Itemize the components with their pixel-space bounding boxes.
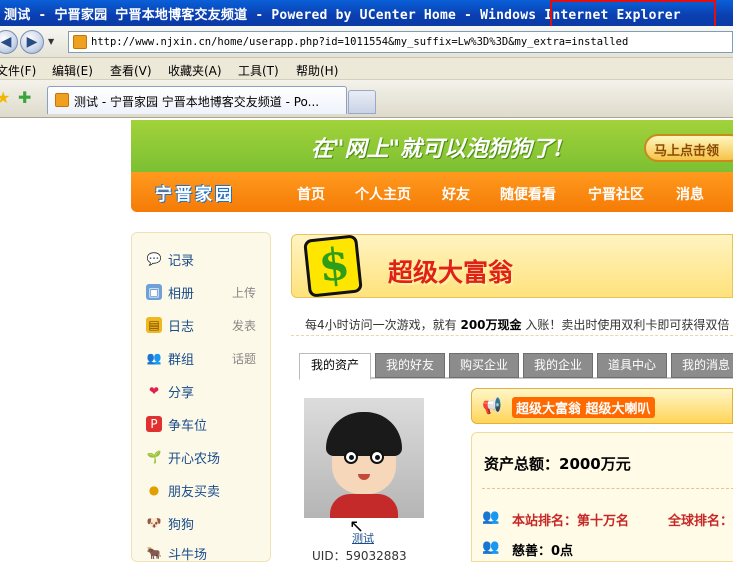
address-field[interactable]: http://www.njxin.cn/home/userapp.php?id=…	[68, 31, 733, 53]
nav-messages[interactable]: 消息	[676, 184, 704, 204]
app-tabs: 我的资产 我的好友 购买企业 我的企业 道具中心 我的消息	[299, 353, 733, 380]
menu-bar: 文件(F) 编辑(E) 查看(V) 收藏夹(A) 工具(T) 帮助(H)	[0, 58, 733, 80]
bull-icon: 🐂	[146, 546, 162, 560]
dollar-icon: $	[303, 234, 363, 298]
tab-my-company[interactable]: 我的企业	[523, 353, 593, 378]
tab-my-assets[interactable]: 我的资产	[299, 353, 371, 380]
upload-link[interactable]: 上传	[232, 284, 256, 301]
menu-view[interactable]: 查看(V)	[110, 62, 152, 79]
tab-bar: ★ ✚ 测试 - 宁晋家园 宁晋本地博客交友频道 - Po...	[0, 80, 733, 118]
menu-favorites[interactable]: 收藏夹(A)	[168, 62, 222, 79]
divider	[482, 488, 733, 489]
dog-icon: 🐶	[146, 516, 162, 530]
banner-slogan: 在"网上"就可以泡狗狗了!	[311, 136, 564, 162]
notice-text-pre: 每4小时访问一次游戏，就有	[305, 318, 457, 332]
total-assets: 资产总额：2000万元	[484, 455, 631, 473]
menu-help[interactable]: 帮助(H)	[296, 62, 338, 79]
tab-buy-company[interactable]: 购买企业	[449, 353, 519, 378]
menu-edit[interactable]: 编辑(E)	[52, 62, 93, 79]
mouse-cursor-icon: ↖	[349, 516, 365, 537]
tab-label: 测试 - 宁晋家园 宁晋本地博客交友频道 - Po...	[74, 95, 320, 109]
users-icon: 👥	[482, 539, 500, 555]
sidebar: 💬 记录 ▣ 相册 上传 ▤ 日志 发表 👥 群组 话题 ❤ 分享 P 争车位 …	[131, 232, 271, 563]
site-logo[interactable]: 宁晋家园	[155, 180, 235, 205]
users-icon: 👥	[482, 509, 500, 525]
tab-my-friends[interactable]: 我的好友	[375, 353, 445, 378]
tab-item-center[interactable]: 道具中心	[597, 353, 667, 378]
nav-profile[interactable]: 个人主页	[355, 184, 411, 204]
tab-active[interactable]: 测试 - 宁晋家园 宁晋本地博客交友频道 - Po...	[47, 86, 347, 114]
avatar[interactable]	[304, 398, 424, 518]
add-favorites-icon[interactable]: ✚	[18, 88, 31, 107]
broadcast-bar[interactable]: 📢 超级大富翁 超级大喇叭	[471, 388, 733, 424]
broadcast-label: 超级大富翁 超级大喇叭	[512, 397, 655, 418]
speech-bubble-icon: 💬	[146, 252, 162, 266]
menu-file[interactable]: 文件(F)	[0, 62, 36, 79]
signup-label: 马上点击领	[654, 144, 720, 159]
menu-tools[interactable]: 工具(T)	[238, 62, 279, 79]
app-header: $ 超级大富翁	[291, 234, 733, 298]
global-rank: 全球排名：	[668, 514, 733, 529]
topic-link[interactable]: 话题	[232, 350, 256, 367]
coins-icon: ●	[148, 483, 160, 497]
page-icon	[73, 35, 87, 49]
favorites-star-icon[interactable]: ★	[0, 88, 10, 107]
publish-link[interactable]: 发表	[232, 317, 256, 334]
site-navbar: 宁晋家园 首页 个人主页 好友 随便看看 宁晋社区 消息	[131, 172, 733, 212]
app-title: 超级大富翁	[388, 258, 514, 287]
notice-text-post: 入账！卖出时使用双利卡即可获得双倍	[525, 318, 730, 332]
url-text: http://www.njxin.cn/home/userapp.php?id=…	[91, 36, 629, 48]
back-button[interactable]: ◀	[0, 30, 18, 54]
tab-page-icon	[55, 93, 69, 107]
address-toolbar: ◀ ▶ ▼ http://www.njxin.cn/home/userapp.p…	[0, 26, 733, 58]
new-tab-button[interactable]	[348, 90, 376, 114]
nav-home[interactable]: 首页	[297, 184, 325, 204]
tab-my-messages[interactable]: 我的消息	[671, 353, 733, 378]
sprout-icon: 🌱	[146, 450, 162, 464]
megaphone-icon: 📢	[482, 396, 502, 415]
group-icon: 👥	[146, 351, 162, 365]
heart-icon: ❤	[148, 384, 160, 398]
nav-friends[interactable]: 好友	[442, 184, 470, 204]
history-dropdown-icon[interactable]: ▼	[48, 37, 54, 46]
parking-icon: P	[146, 416, 162, 432]
notebook-icon: ▤	[146, 317, 162, 333]
photo-icon: ▣	[146, 284, 162, 300]
forward-button[interactable]: ▶	[20, 30, 44, 54]
site-rank: 本站排名：第十万名	[512, 514, 630, 529]
asset-panel: 资产总额：2000万元 👥 本站排名：第十万名 全球排名： 👥 慈善：0点	[471, 432, 733, 562]
notice-amount: 200万现金	[460, 318, 522, 332]
site-banner: 在"网上"就可以泡狗狗了! 马上点击领	[131, 120, 733, 172]
charity-points: 慈善：0点	[512, 544, 574, 559]
nav-browse[interactable]: 随便看看	[500, 184, 556, 204]
app-notice: 每4小时访问一次游戏，就有 200万现金 入账！卖出时使用双利卡即可获得双倍	[291, 308, 733, 336]
signup-button[interactable]: 马上点击领	[644, 134, 733, 162]
nav-community[interactable]: 宁晋社区	[588, 184, 644, 204]
